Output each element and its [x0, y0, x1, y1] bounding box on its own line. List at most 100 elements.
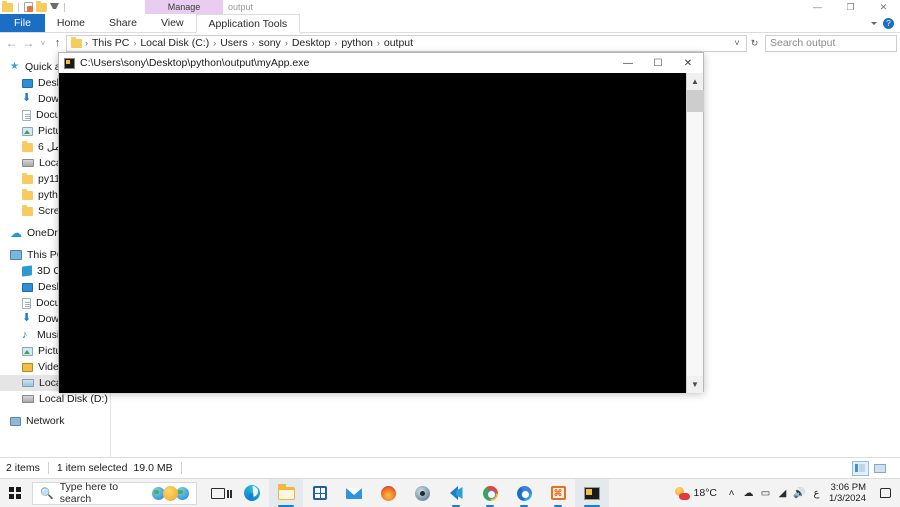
restore-button[interactable]: ❐	[834, 0, 867, 14]
taskbar-item-microsoft-store[interactable]	[303, 479, 337, 507]
tab-application-tools[interactable]: Application Tools	[195, 14, 301, 33]
taskbar-item-microsoft-edge[interactable]	[235, 479, 269, 507]
scroll-track[interactable]	[687, 90, 704, 376]
store-icon	[313, 486, 327, 500]
sidebar-item-local-disk-d[interactable]: Local Disk (D:)	[0, 391, 110, 407]
status-bar: 2 items 1 item selected 19.0 MB	[0, 457, 900, 478]
folder-icon	[22, 140, 33, 152]
console-app-icon	[584, 486, 600, 500]
scroll-up-button[interactable]: ▲	[687, 73, 703, 90]
temperature-label: 18°C	[693, 487, 718, 499]
notification-center-button[interactable]	[874, 479, 896, 507]
onedrive-tray-icon[interactable]: ☁	[740, 479, 757, 507]
volume-tray-icon[interactable]: 🔊	[791, 479, 808, 507]
back-button[interactable]: ←	[3, 34, 20, 52]
console-minimize-button[interactable]: —	[613, 53, 643, 73]
ribbon-right-controls: ?	[871, 14, 900, 32]
battery-tray-icon[interactable]: ▭	[757, 479, 774, 507]
breadcrumb-item-desktop[interactable]: Desktop	[288, 37, 335, 49]
window-controls[interactable]: — ❐ ✕	[801, 0, 900, 14]
console-maximize-button[interactable]: ☐	[643, 53, 673, 73]
search-input[interactable]	[770, 37, 900, 49]
new-folder-icon[interactable]	[36, 0, 47, 12]
taskbar-item-python[interactable]	[405, 479, 439, 507]
forward-button[interactable]: →	[20, 34, 37, 52]
screen: Manage output — ❐ ✕ File Home Share View…	[0, 0, 900, 507]
breadcrumb-item-python[interactable]: python	[337, 37, 377, 49]
weather-widget[interactable]: 18°C	[669, 486, 723, 500]
taskbar-search-box[interactable]: 🔍 Type here to search	[32, 481, 197, 505]
3d-objects-icon	[22, 265, 32, 277]
status-divider	[47, 462, 49, 474]
console-title-bar[interactable]: C:\Users\sony\Desktop\python\output\myAp…	[59, 53, 703, 73]
large-icons-view-button[interactable]	[871, 461, 888, 476]
close-button[interactable]: ✕	[867, 0, 900, 14]
properties-icon[interactable]	[24, 2, 33, 12]
view-switcher[interactable]	[852, 460, 894, 476]
quick-access-toolbar[interactable]	[0, 0, 67, 12]
breadcrumb-item-output[interactable]: output	[380, 37, 417, 49]
system-drive-icon	[22, 379, 34, 387]
firefox-icon	[380, 485, 396, 501]
scroll-down-button[interactable]: ▼	[687, 376, 703, 393]
taskbar-item-file-explorer[interactable]	[269, 478, 303, 507]
taskbar-item-mail[interactable]	[337, 479, 371, 507]
console-close-button[interactable]: ✕	[673, 53, 703, 73]
file-explorer-icon	[277, 483, 295, 500]
start-button[interactable]	[0, 479, 30, 507]
downloads-icon: ⬇	[22, 92, 32, 104]
sidebar-item-network[interactable]: Network	[0, 413, 110, 429]
breadcrumb-item-users[interactable]: Users	[216, 37, 251, 49]
pin-icon[interactable]	[50, 3, 59, 11]
music-icon: ♪	[22, 329, 28, 341]
folder-icon[interactable]	[2, 0, 13, 12]
help-icon[interactable]: ?	[883, 17, 894, 29]
taskbar-item-visual-studio-code[interactable]	[439, 479, 473, 507]
selection-size: 19.0 MB	[133, 462, 173, 474]
chromium-icon	[516, 485, 532, 501]
minimize-button[interactable]: —	[801, 0, 834, 14]
clock[interactable]: 3:06 PM 1/3/2024	[825, 482, 874, 504]
taskbar-item-google-chrome[interactable]	[473, 479, 507, 507]
qat-divider-2	[64, 2, 65, 12]
videos-icon	[22, 362, 33, 372]
chevron-down-icon[interactable]	[871, 21, 877, 25]
taskbar-item-firefox[interactable]	[371, 479, 405, 507]
console-window[interactable]: C:\Users\sony\Desktop\python\output\myAp…	[58, 52, 704, 393]
recent-locations-button[interactable]: ˅	[37, 34, 49, 52]
input-language-indicator[interactable]: ع	[808, 479, 825, 507]
tab-view[interactable]: View	[149, 14, 196, 32]
taskbar-item-xampp[interactable]: ⌘	[541, 479, 575, 507]
details-view-button[interactable]	[852, 460, 869, 476]
documents-icon	[22, 297, 31, 309]
console-scrollbar[interactable]: ▲ ▼	[686, 73, 704, 393]
refresh-icon[interactable]: ↻	[747, 35, 762, 52]
taskbar-item-myapp-console[interactable]	[575, 478, 609, 507]
documents-icon	[22, 109, 31, 121]
large-icons-view-icon	[873, 463, 886, 473]
tray-overflow-button[interactable]: ˄	[723, 479, 740, 507]
chevron-down-icon[interactable]: ˅	[730, 38, 744, 48]
taskbar-item-chromium-browser[interactable]	[507, 479, 541, 507]
up-button[interactable]: ↑	[49, 34, 66, 52]
tab-share[interactable]: Share	[97, 14, 149, 32]
search-box[interactable]: 🔍	[765, 34, 900, 52]
network-icon	[10, 416, 21, 426]
clock-time: 3:06 PM	[830, 482, 866, 493]
windows-logo-icon	[9, 487, 21, 499]
tab-home[interactable]: Home	[45, 14, 97, 32]
breadcrumb-item-this-pc[interactable]: This PC	[88, 37, 133, 49]
task-view-button[interactable]	[201, 479, 235, 507]
scroll-thumb[interactable]	[687, 90, 704, 112]
weather-globe-widget-icon[interactable]	[152, 485, 189, 501]
breadcrumb-item-sony[interactable]: sony	[255, 37, 285, 49]
address-tools: ↻	[747, 35, 762, 52]
network-tray-icon[interactable]: ◢	[774, 479, 791, 507]
console-output[interactable]	[59, 73, 686, 393]
tab-file[interactable]: File	[0, 14, 45, 32]
console-window-controls[interactable]: — ☐ ✕	[613, 53, 703, 73]
vscode-icon	[449, 486, 464, 500]
window-title: output	[228, 2, 254, 12]
breadcrumb-item-local-disk-c[interactable]: Local Disk (C:)	[136, 37, 213, 49]
breadcrumb[interactable]: › This PC › Local Disk (C:) › Users › so…	[66, 34, 747, 52]
